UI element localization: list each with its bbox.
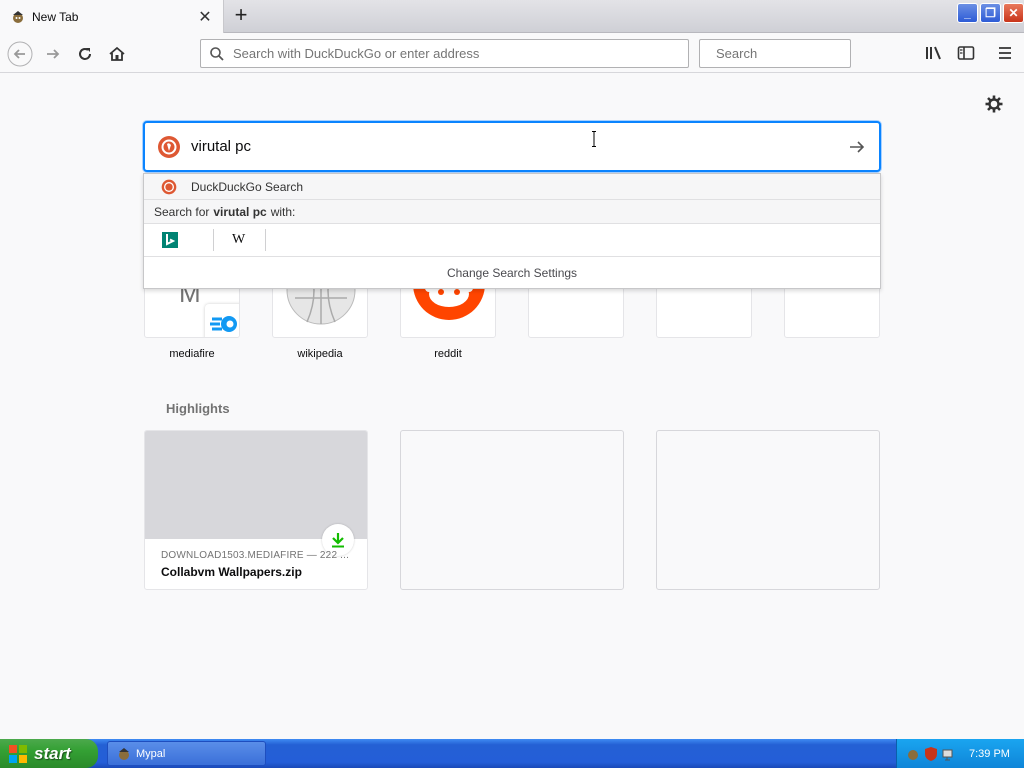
restore-button[interactable]: ❐ bbox=[980, 3, 1001, 23]
highlight-thumbnail bbox=[145, 431, 367, 539]
highlight-source: DOWNLOAD1503.MEDIAFIRE — 222 ... bbox=[161, 550, 350, 561]
tray-app-icon[interactable] bbox=[905, 746, 921, 762]
search-engine-list: W bbox=[144, 224, 880, 257]
topsite-label: wikipedia bbox=[297, 348, 343, 360]
sidebar-icon bbox=[957, 46, 975, 60]
go-arrow-icon[interactable] bbox=[847, 137, 867, 157]
tab-title: New Tab bbox=[32, 9, 79, 24]
engine-bing[interactable] bbox=[162, 229, 214, 251]
system-tray: 7:39 PM bbox=[896, 739, 1024, 768]
close-window-button[interactable]: ✕ bbox=[1003, 3, 1024, 23]
bing-icon bbox=[162, 232, 178, 248]
download-icon bbox=[332, 533, 344, 548]
search-for-row: Search for virutal pc with: bbox=[144, 200, 880, 224]
suggestion-label: DuckDuckGo Search bbox=[191, 179, 304, 194]
search-suggestions-dropdown: DuckDuckGo Search Search for virutal pc … bbox=[143, 173, 881, 289]
engine-wikipedia[interactable]: W bbox=[214, 229, 266, 251]
window-controls: _ ❐ ✕ bbox=[955, 3, 1024, 23]
forward-arrow-icon bbox=[47, 49, 60, 59]
newtab-search-box[interactable] bbox=[143, 121, 881, 172]
back-arrow-icon bbox=[7, 41, 33, 67]
tab-close-icon[interactable]: ✕ bbox=[197, 7, 213, 27]
tab-strip: New Tab ✕ + _ ❐ ✕ bbox=[0, 0, 1024, 33]
search-bar[interactable] bbox=[699, 39, 892, 68]
highlight-card[interactable]: DOWNLOAD1503.MEDIAFIRE — 222 ... Collabv… bbox=[144, 430, 368, 590]
library-icon bbox=[926, 46, 941, 60]
clock[interactable]: 7:39 PM bbox=[969, 748, 1010, 760]
suggestion-duckduckgo-search[interactable]: DuckDuckGo Search bbox=[144, 174, 880, 200]
newtab-search-input[interactable] bbox=[191, 138, 847, 155]
hamburger-menu-icon bbox=[999, 47, 1011, 59]
mypal-logo-icon bbox=[13, 10, 23, 23]
navigation-toolbar bbox=[0, 34, 1024, 73]
search-for-term: virutal pc bbox=[213, 204, 267, 219]
url-input[interactable] bbox=[233, 46, 680, 61]
reload-button[interactable] bbox=[71, 40, 99, 68]
topsite-label: reddit bbox=[434, 348, 462, 360]
start-button[interactable]: start bbox=[0, 739, 98, 768]
sidebar-button[interactable] bbox=[956, 43, 976, 63]
start-label: start bbox=[34, 743, 71, 763]
tab-new-tab[interactable]: New Tab ✕ bbox=[0, 0, 224, 33]
forward-button[interactable] bbox=[39, 40, 67, 68]
search-for-suffix: with: bbox=[270, 204, 296, 219]
gear-icon[interactable] bbox=[984, 94, 1004, 114]
topsite-label: mediafire bbox=[169, 348, 215, 360]
url-bar[interactable] bbox=[200, 39, 689, 68]
home-button[interactable] bbox=[103, 40, 131, 68]
mypal-logo-icon bbox=[119, 747, 129, 760]
highlight-card-empty bbox=[656, 430, 880, 590]
highlight-card-empty bbox=[400, 430, 624, 590]
mediafire-flame-icon bbox=[210, 316, 237, 332]
duckduckgo-logo-icon bbox=[158, 135, 180, 158]
highlights-heading: Highlights bbox=[166, 401, 230, 416]
highlight-title: Collabvm Wallpapers.zip bbox=[161, 565, 302, 579]
minimize-button[interactable]: _ bbox=[957, 3, 978, 23]
reload-icon bbox=[79, 48, 91, 60]
search-bar-input[interactable] bbox=[716, 46, 892, 61]
mediafire-logo bbox=[205, 304, 239, 337]
new-tab-button[interactable]: + bbox=[229, 4, 253, 28]
network-icon[interactable] bbox=[941, 746, 957, 762]
duckduckgo-logo-icon bbox=[161, 179, 177, 194]
windows-logo-icon bbox=[9, 744, 27, 763]
security-shield-icon[interactable] bbox=[923, 746, 939, 762]
menu-button[interactable] bbox=[995, 43, 1015, 63]
search-for-prefix: Search for bbox=[154, 204, 210, 219]
library-button[interactable] bbox=[924, 43, 944, 63]
taskbar-item-mypal[interactable]: Mypal bbox=[107, 741, 266, 766]
wikipedia-icon: W bbox=[232, 232, 246, 247]
text-cursor-icon bbox=[592, 131, 596, 147]
search-icon bbox=[210, 46, 224, 61]
home-icon bbox=[109, 46, 125, 61]
change-search-settings-button[interactable]: Change Search Settings bbox=[144, 257, 880, 288]
back-button[interactable] bbox=[6, 40, 34, 68]
windows-taskbar: start Mypal 7:39 PM bbox=[0, 739, 1024, 768]
taskbar-item-label: Mypal bbox=[136, 747, 166, 760]
